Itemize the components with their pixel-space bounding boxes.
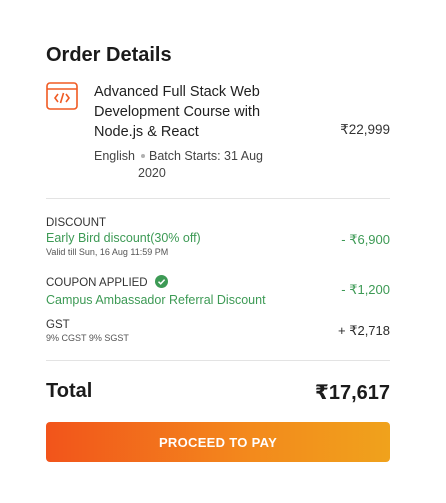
discount-name: Early Bird discount(30% off)	[46, 231, 201, 245]
total-value: ₹17,617	[314, 382, 390, 404]
discount-amount: - ₹6,900	[341, 232, 390, 247]
total-label: Total	[46, 380, 93, 402]
discount-validity: Valid till Sun, 16 Aug 11:59 PM	[46, 247, 169, 257]
check-circle-icon	[154, 275, 168, 292]
discount-row: DISCOUNT Early Bird discount(30% off) Va…	[46, 216, 390, 262]
coupon-row: COUPON APPLIED Campus Ambassador Referra…	[46, 275, 390, 307]
divider	[46, 198, 390, 199]
course-language: English	[94, 149, 135, 163]
course-title: Advanced Full Stack Web Development Cour…	[94, 84, 261, 140]
page-title: Order Details	[46, 44, 172, 66]
coupon-label: COUPON APPLIED	[46, 277, 148, 289]
coupon-name: Campus Ambassador Referral Discount	[46, 293, 266, 307]
course-price: ₹22,999	[340, 122, 390, 137]
divider	[46, 360, 390, 361]
proceed-to-pay-button[interactable]: PROCEED TO PAY	[46, 422, 390, 462]
separator-dot	[141, 153, 145, 158]
gst-amount: + ₹2,718	[337, 323, 390, 338]
coupon-label-wrap: COUPON APPLIED	[46, 275, 390, 292]
batch-date: 31 Aug	[224, 149, 263, 163]
course-summary: Advanced Full Stack Web Development Cour…	[46, 80, 390, 185]
discount-label: DISCOUNT	[46, 217, 107, 229]
code-file-icon	[46, 80, 78, 112]
coupon-amount: - ₹1,200	[341, 282, 390, 297]
batch-year: 2020	[138, 166, 166, 180]
course-meta: English Batch Starts: 31 Aug 2020	[94, 148, 304, 182]
batch-label: Batch Starts:	[149, 149, 221, 163]
gst-row: GST 9% CGST 9% SGST + ₹2,718	[46, 318, 390, 346]
